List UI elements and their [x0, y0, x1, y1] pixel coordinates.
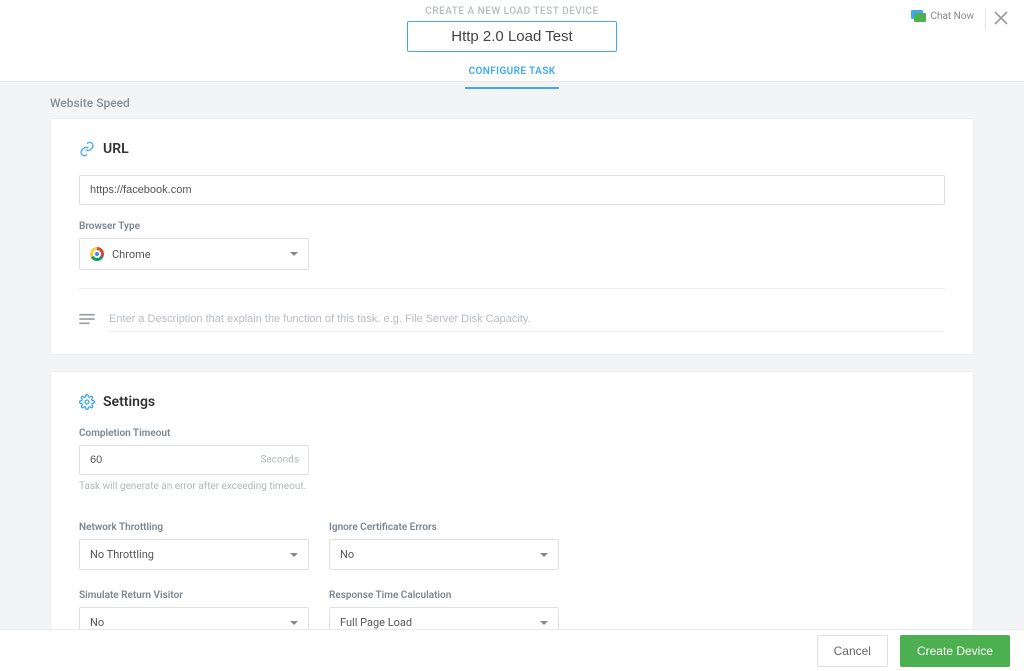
body-content[interactable]: Website Speed URL Browser Type Chrome [0, 82, 1024, 629]
throttling-value: No Throttling [90, 548, 154, 561]
chevron-down-icon [540, 621, 548, 625]
timeout-label: Completion Timeout [79, 428, 945, 439]
chevron-down-icon [290, 621, 298, 625]
browser-type-value: Chrome [112, 248, 151, 261]
browser-type-label: Browser Type [79, 221, 945, 232]
chat-icon [911, 10, 925, 22]
settings-card: Settings Completion Timeout Seconds Task… [50, 371, 974, 629]
chevron-down-icon [290, 553, 298, 557]
url-card: URL Browser Type Chrome [50, 118, 974, 355]
chevron-down-icon [290, 252, 298, 256]
settings-card-title: Settings [103, 394, 155, 410]
gear-icon [79, 394, 95, 410]
header-title: CREATE A NEW LOAD TEST DEVICE [0, 0, 1024, 17]
create-device-button[interactable]: Create Device [900, 635, 1010, 667]
description-icon [79, 310, 95, 329]
timeout-note: Task will generate an error after exceed… [79, 481, 945, 492]
close-button[interactable] [994, 10, 1010, 26]
close-icon [994, 11, 1008, 25]
chevron-down-icon [540, 553, 548, 557]
browser-type-select[interactable]: Chrome [79, 238, 309, 270]
tab-configure-task[interactable]: CONFIGURE TASK [465, 60, 560, 89]
cert-errors-value: No [340, 548, 354, 561]
cancel-button[interactable]: Cancel [817, 635, 888, 667]
cert-errors-select[interactable]: No [329, 539, 559, 570]
return-visitor-label: Simulate Return Visitor [79, 590, 309, 601]
return-visitor-select[interactable]: No [79, 607, 309, 629]
chrome-icon [90, 247, 104, 261]
url-input[interactable] [79, 175, 945, 205]
chat-now-button[interactable]: Chat Now [911, 10, 974, 22]
response-time-value: Full Page Load [340, 616, 412, 629]
footer: Cancel Create Device [0, 629, 1024, 671]
cert-label: Ignore Certificate Errors [329, 522, 559, 533]
timeout-suffix: Seconds [260, 455, 299, 466]
description-input[interactable] [109, 307, 945, 332]
throttling-select[interactable]: No Throttling [79, 539, 309, 570]
return-visitor-value: No [90, 616, 104, 629]
device-name-input[interactable] [407, 21, 617, 52]
throttling-label: Network Throttling [79, 522, 309, 533]
divider [79, 288, 945, 289]
response-time-label: Response Time Calculation [329, 590, 559, 601]
url-card-title: URL [103, 141, 129, 157]
modal-header: CREATE A NEW LOAD TEST DEVICE CONFIGURE … [0, 0, 1024, 82]
chat-now-label: Chat Now [930, 11, 974, 22]
divider [985, 8, 986, 30]
link-icon [79, 141, 95, 157]
response-time-select[interactable]: Full Page Load [329, 607, 559, 629]
